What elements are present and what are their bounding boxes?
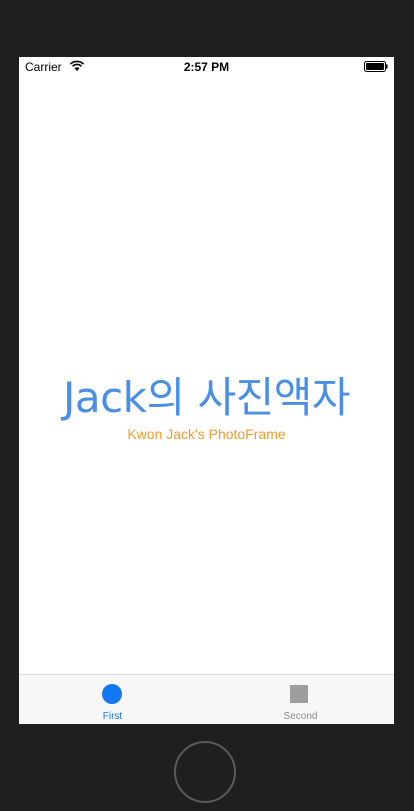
square-icon bbox=[290, 685, 308, 703]
app-screen: Carrier 2:57 PM Jack의 사진액자 Kwon Jack's P… bbox=[19, 57, 394, 724]
tab-first[interactable]: First bbox=[19, 675, 206, 724]
tab-second[interactable]: Second bbox=[207, 675, 394, 724]
tab-second-label: Second bbox=[283, 711, 318, 722]
tab-first-icon-wrap bbox=[19, 684, 206, 704]
home-button[interactable] bbox=[174, 741, 236, 803]
status-time: 2:57 PM bbox=[183, 60, 230, 74]
page-title: Jack의 사진액자 bbox=[62, 373, 351, 422]
tab-bar: First Second bbox=[19, 674, 394, 724]
circle-icon bbox=[102, 684, 122, 704]
device-frame: Carrier 2:57 PM Jack의 사진액자 Kwon Jack's P… bbox=[0, 0, 414, 811]
tab-first-label: First bbox=[102, 711, 123, 722]
status-bar: Carrier 2:57 PM bbox=[19, 57, 394, 77]
tab-second-icon-wrap bbox=[207, 684, 394, 704]
battery-icon bbox=[364, 61, 388, 72]
page-subtitle: Kwon Jack's PhotoFrame bbox=[127, 426, 286, 442]
